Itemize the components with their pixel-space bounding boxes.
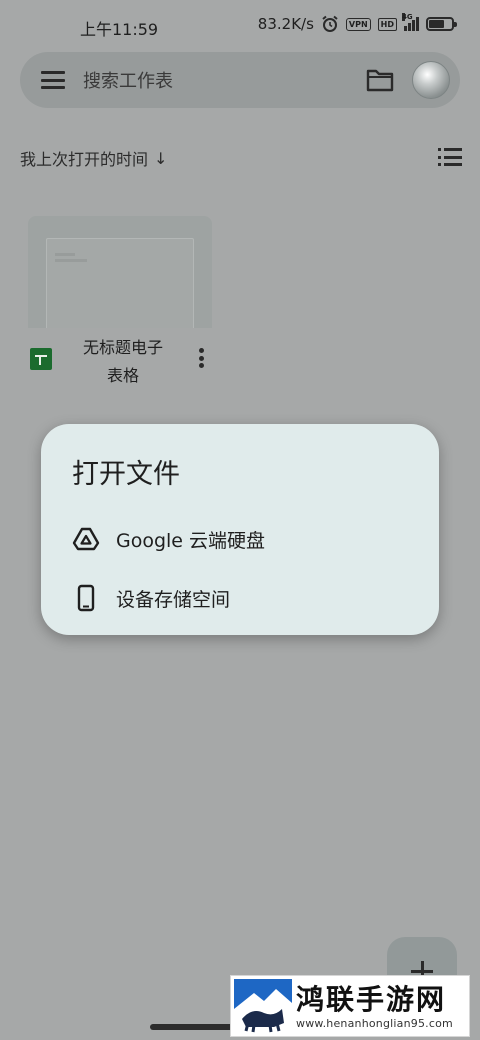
cellular-signal-icon: 4G xyxy=(402,13,419,31)
battery-level xyxy=(429,20,445,28)
option-device-storage-label: 设备存储空间 xyxy=(116,588,231,611)
watermark: 鸿联手游网 www.henanhonglian95.com xyxy=(230,975,470,1037)
battery-icon xyxy=(426,17,457,31)
open-file-dialog: 打开文件 Google 云端硬盘 设备存储空间 xyxy=(41,424,439,635)
account-avatar[interactable] xyxy=(412,61,450,99)
alarm-icon xyxy=(322,15,338,32)
google-sheets-icon xyxy=(30,348,52,370)
status-bar: 上午11:59 83.2K/s VPN HD 4G xyxy=(0,0,480,52)
option-google-drive-label: Google 云端硬盘 xyxy=(116,529,266,552)
option-device-storage[interactable]: 设备存储空间 xyxy=(41,570,439,626)
hamburger-menu-icon[interactable] xyxy=(41,71,65,89)
sort-label: 我上次打开的时间 xyxy=(20,150,149,169)
file-meta: 无标题电子 表格 xyxy=(28,328,212,388)
search-bar[interactable]: 搜索工作表 xyxy=(20,52,460,108)
more-options-icon[interactable] xyxy=(198,348,204,368)
search-input[interactable]: 搜索工作表 xyxy=(83,67,366,93)
file-name: 无标题电子 表格 xyxy=(82,338,163,385)
sort-direction-arrow-icon: ↓ xyxy=(154,148,168,168)
watermark-url: www.henanhonglian95.com xyxy=(296,1016,453,1030)
phone-icon xyxy=(77,584,95,612)
status-time: 上午11:59 xyxy=(80,20,159,39)
sort-selector[interactable]: 我上次打开的时间 ↓ xyxy=(20,146,167,170)
folder-icon[interactable] xyxy=(366,67,394,93)
option-google-drive[interactable]: Google 云端硬盘 xyxy=(41,511,439,567)
signal-label: 4G xyxy=(402,13,413,21)
network-speed: 83.2K/s xyxy=(257,15,314,33)
file-thumbnail[interactable] xyxy=(28,216,212,328)
sheet-preview xyxy=(46,238,194,328)
google-drive-icon xyxy=(72,527,100,551)
vpn-badge: VPN xyxy=(345,17,371,31)
list-view-icon[interactable] xyxy=(438,148,462,166)
watermark-logo xyxy=(234,979,292,1033)
watermark-title: 鸿联手游网 xyxy=(296,982,447,1016)
dialog-title: 打开文件 xyxy=(72,459,180,490)
hd-badge: HD xyxy=(377,17,397,31)
file-card[interactable]: 无标题电子 表格 xyxy=(28,216,212,388)
status-icons: 83.2K/s VPN HD 4G xyxy=(257,13,457,33)
